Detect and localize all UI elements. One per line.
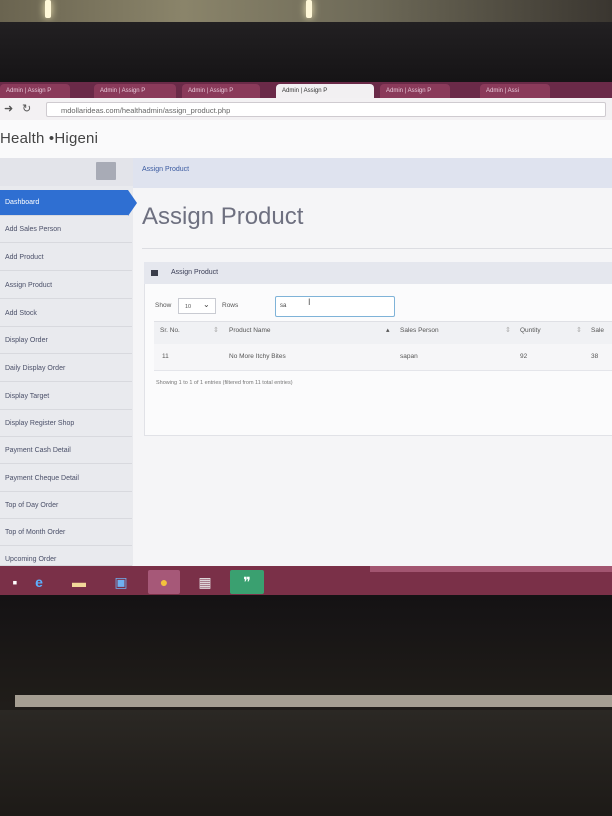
- sidebar-item-display-order[interactable]: Display Order: [0, 328, 132, 354]
- column-header-product-name[interactable]: Product Name: [229, 327, 271, 334]
- sort-icon[interactable]: ⇕: [576, 326, 582, 334]
- title-divider: [142, 248, 612, 249]
- calculator-icon[interactable]: ▦: [192, 570, 218, 594]
- sidebar-item-assign-product[interactable]: Assign Product: [0, 273, 132, 299]
- quote-app-icon[interactable]: ❞: [230, 570, 264, 594]
- url-input[interactable]: mdollarideas.com/healthadmin/assign_prod…: [46, 102, 606, 117]
- reload-icon[interactable]: ↻: [22, 102, 31, 115]
- column-header-sale[interactable]: Sale: [591, 327, 604, 334]
- taskbar-highlight: [370, 566, 612, 572]
- sidebar-item-payment-cheque-detail[interactable]: Payment Cheque Detail: [0, 466, 132, 492]
- text-cursor-icon: I: [308, 297, 311, 307]
- page-title: Assign Product: [142, 203, 304, 230]
- menu-toggle-icon[interactable]: [96, 162, 116, 180]
- folder-icon[interactable]: ▬: [66, 570, 92, 594]
- ceiling-light: [45, 0, 51, 18]
- brand-title: Health •Higeni: [0, 130, 99, 147]
- browser-tab[interactable]: Admin | Assign P: [380, 84, 450, 98]
- sidebar-item-display-target[interactable]: Display Target: [0, 384, 132, 410]
- desk-surface: [0, 710, 612, 816]
- rows-label: Rows: [222, 302, 239, 309]
- page-size-select[interactable]: 10: [178, 298, 216, 314]
- table-row: [154, 344, 612, 371]
- chevron-down-icon: ⌄: [203, 300, 210, 309]
- cell-quantity: 92: [520, 353, 528, 360]
- active-pointer: [128, 190, 137, 216]
- cell-sales-person: sapan: [400, 353, 418, 360]
- sidebar-item-add-stock[interactable]: Add Stock: [0, 301, 132, 327]
- sidebar-item-upcoming-order[interactable]: Upcoming Order: [0, 547, 132, 566]
- sort-asc-icon[interactable]: ▴: [386, 326, 390, 334]
- table-header: [154, 321, 612, 345]
- cell-product-name: No More Itchy Bites: [229, 353, 286, 360]
- search-input[interactable]: sa: [275, 296, 395, 317]
- sort-icon[interactable]: ⇕: [505, 326, 511, 334]
- monitor-stand-strip: [15, 695, 612, 707]
- sort-icon[interactable]: ⇕: [213, 326, 219, 334]
- chrome-icon[interactable]: ●: [148, 570, 180, 594]
- column-header-sales-person[interactable]: Sales Person: [400, 327, 439, 334]
- sidebar-item-add-sales-person[interactable]: Add Sales Person: [0, 217, 132, 243]
- sidebar-item-top-of-day-order[interactable]: Top of Day Order: [0, 493, 132, 519]
- table-icon: [151, 270, 158, 276]
- start-icon[interactable]: ▪: [2, 570, 28, 594]
- browser-tab[interactable]: Admin | Assign P: [0, 84, 70, 98]
- monitor-bezel-top: [0, 22, 612, 82]
- column-header-sr-no[interactable]: Sr. No.: [160, 327, 180, 334]
- sidebar-item-dashboard[interactable]: Dashboard: [0, 190, 128, 216]
- sidebar-item-daily-display-order[interactable]: Daily Display Order: [0, 356, 132, 382]
- forward-arrow-icon[interactable]: ➜: [4, 102, 13, 115]
- browser-tab-active[interactable]: Admin | Assign P: [276, 84, 374, 98]
- show-label: Show: [155, 302, 172, 309]
- sidebar-item-add-product[interactable]: Add Product: [0, 245, 132, 271]
- table-info: Showing 1 to 1 of 1 entries (filtered fr…: [156, 380, 293, 386]
- monitor-icon[interactable]: ▣: [108, 570, 134, 594]
- ie-icon[interactable]: e: [26, 570, 52, 594]
- breadcrumb[interactable]: Assign Product: [142, 166, 189, 173]
- column-header-quantity[interactable]: Quntity: [520, 327, 541, 334]
- cell-sr-no: 11: [162, 353, 169, 360]
- ceiling-light: [306, 0, 312, 18]
- panel-title: Assign Product: [171, 269, 219, 276]
- browser-tab[interactable]: Admin | Assign P: [182, 84, 260, 98]
- breadcrumb-bar: [133, 158, 612, 188]
- browser-tab[interactable]: Admin | Assign P: [94, 84, 176, 98]
- sidebar-item-payment-cash-detail[interactable]: Payment Cash Detail: [0, 438, 132, 464]
- sidebar-item-display-register-shop[interactable]: Display Register Shop: [0, 411, 132, 437]
- cell-sale: 38: [591, 353, 599, 360]
- sidebar-item-top-of-month-order[interactable]: Top of Month Order: [0, 520, 132, 546]
- browser-tab[interactable]: Admin | Assi: [480, 84, 550, 98]
